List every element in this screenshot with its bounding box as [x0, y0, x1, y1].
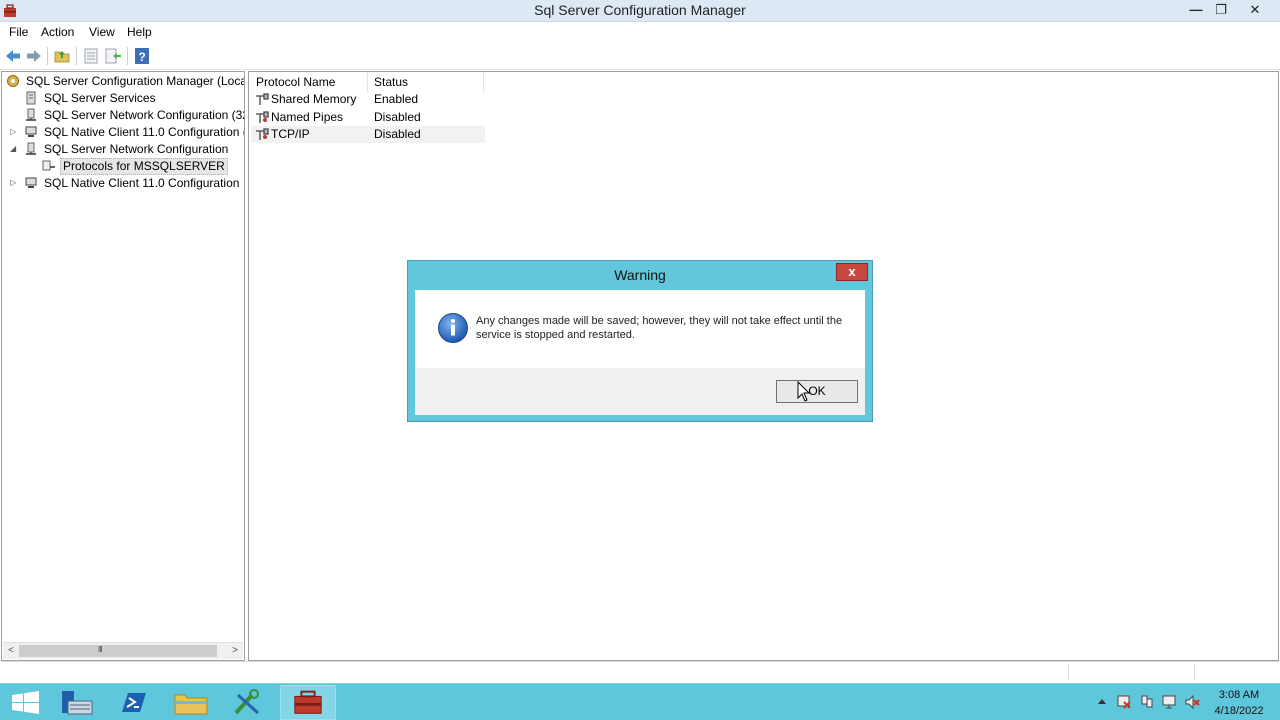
- file-explorer-icon[interactable]: [165, 685, 217, 720]
- protocols-icon: [42, 160, 55, 171]
- powershell-icon[interactable]: [108, 685, 160, 720]
- window-title: Sql Server Configuration Manager: [534, 2, 746, 18]
- scroll-left-icon[interactable]: <: [4, 645, 18, 657]
- scroll-thumb[interactable]: [19, 645, 217, 657]
- status-divider: [1068, 664, 1069, 680]
- system-clock[interactable]: 3:08 AM 4/18/2022: [1208, 687, 1270, 719]
- network-config-icon: [26, 108, 36, 121]
- sql-config-manager-icon[interactable]: [280, 685, 336, 720]
- tree-item-label: SQL Native Client 11.0 Configuration (32…: [44, 125, 245, 139]
- export-list-icon[interactable]: [104, 47, 122, 65]
- close-button[interactable]: ✕: [1242, 0, 1268, 20]
- tree-item-label: SQL Server Services: [44, 91, 156, 105]
- tree-item-label: Protocols for MSSQLSERVER: [60, 158, 228, 175]
- menu-view[interactable]: View: [89, 25, 115, 39]
- status-bar: [0, 661, 1280, 683]
- tree-item-label: SQL Native Client 11.0 Configuration: [44, 176, 240, 190]
- toolbar-separator: [47, 47, 48, 65]
- status-divider: [1194, 664, 1195, 680]
- expand-arrow-icon[interactable]: ▷: [10, 178, 18, 188]
- mouse-cursor-icon: [797, 381, 811, 402]
- tree-item-label: SQL Server Network Configuration: [44, 142, 229, 156]
- scroll-right-icon[interactable]: >: [228, 645, 242, 657]
- up-folder-icon[interactable]: [53, 47, 71, 65]
- minimize-button[interactable]: —: [1183, 0, 1209, 20]
- dialog-close-button[interactable]: x: [836, 263, 868, 281]
- forward-arrow-icon[interactable]: [25, 47, 43, 65]
- clock-date: 4/18/2022: [1214, 705, 1264, 717]
- horizontal-scrollbar[interactable]: < III >: [3, 642, 243, 659]
- tree-item-label: SQL Server Configuration Manager (Local): [26, 74, 245, 88]
- menu-file[interactable]: File: [9, 25, 28, 39]
- scroll-grip: III: [98, 645, 103, 654]
- column-header-protocol-name[interactable]: Protocol Name: [250, 72, 368, 92]
- volume-muted-icon[interactable]: [1184, 694, 1200, 710]
- network-config-icon: [26, 142, 36, 155]
- menu-action[interactable]: Action: [41, 25, 74, 39]
- list-item[interactable]: TCP/IP Disabled: [251, 126, 485, 143]
- show-hidden-icons-icon[interactable]: [1094, 694, 1110, 710]
- title-bar: Sql Server Configuration Manager — ❐ ✕: [0, 0, 1280, 22]
- help-icon[interactable]: ?: [133, 47, 151, 65]
- protocol-icon: [256, 111, 269, 123]
- action-center-icon[interactable]: [1116, 694, 1132, 710]
- client-config-icon: [25, 126, 37, 137]
- column-header-status[interactable]: Status: [368, 72, 484, 92]
- collapse-arrow-icon[interactable]: ◢: [10, 144, 18, 154]
- toolbar-separator: [127, 47, 128, 65]
- protocol-name: Named Pipes: [271, 110, 344, 124]
- ok-button[interactable]: OK: [776, 380, 858, 403]
- dialog-message: Any changes made will be saved; however,…: [476, 315, 843, 341]
- toolbar: ?: [0, 42, 1280, 70]
- dialog-title: Warning: [614, 267, 666, 283]
- protocol-name: TCP/IP: [271, 127, 310, 141]
- tool-icon[interactable]: [222, 685, 274, 720]
- tree-item-label: SQL Server Network Configuration (32bit: [44, 108, 245, 122]
- list-item[interactable]: Named Pipes Disabled: [251, 109, 485, 126]
- server-icon: [26, 91, 36, 105]
- config-manager-icon: [7, 75, 19, 87]
- svg-text:?: ?: [138, 50, 145, 64]
- list-item[interactable]: Shared Memory Enabled: [251, 91, 485, 108]
- toolbar-separator: [76, 47, 77, 65]
- clock-time: 3:08 AM: [1218, 689, 1260, 701]
- tree-pane: SQL Server Configuration Manager (Local)…: [1, 71, 245, 661]
- restore-button[interactable]: ❐: [1208, 0, 1234, 20]
- protocol-icon: [256, 128, 269, 140]
- expand-arrow-icon[interactable]: ▷: [10, 127, 18, 137]
- protocol-status: Disabled: [374, 127, 421, 141]
- protocol-status: Disabled: [374, 110, 421, 124]
- server-manager-icon[interactable]: [52, 685, 104, 720]
- info-icon: [438, 313, 468, 343]
- client-config-icon: [25, 177, 37, 188]
- properties-icon[interactable]: [82, 47, 100, 65]
- menu-bar: File Action View Help: [0, 22, 1280, 42]
- menu-help[interactable]: Help: [127, 25, 152, 39]
- protocol-name: Shared Memory: [271, 92, 357, 106]
- taskbar: 3:08 AM 4/18/2022: [0, 683, 1280, 720]
- protocol-icon: [256, 93, 269, 105]
- display-icon[interactable]: [1161, 694, 1177, 710]
- back-arrow-icon[interactable]: [4, 47, 22, 65]
- windows-start-icon[interactable]: [0, 685, 52, 720]
- network-icon[interactable]: [1139, 694, 1155, 710]
- protocol-status: Enabled: [374, 92, 419, 106]
